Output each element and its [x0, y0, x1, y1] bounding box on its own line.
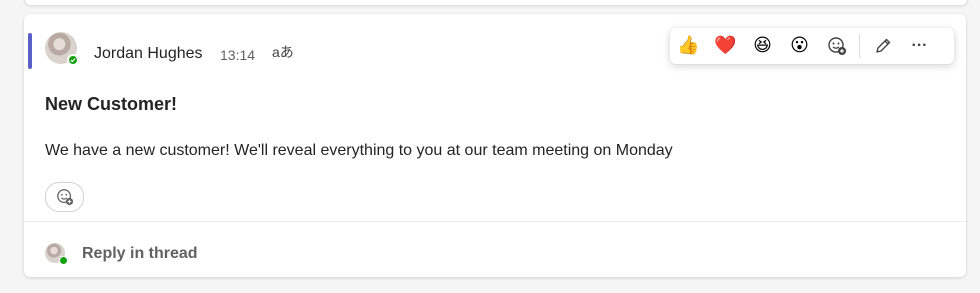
translate-icon[interactable]: aあ: [272, 42, 294, 62]
add-reaction-button[interactable]: [45, 182, 84, 212]
message-title: New Customer!: [45, 94, 178, 114]
presence-available-icon: [59, 256, 68, 265]
reply-in-thread-link[interactable]: Reply in thread: [82, 245, 198, 263]
sender-name[interactable]: Jordan Hughes: [94, 45, 203, 63]
toolbar-divider: [859, 34, 860, 58]
emoji-add-icon: [56, 189, 73, 206]
heart-icon[interactable]: ❤️: [707, 28, 744, 64]
previous-message-card-edge: [24, 0, 968, 6]
avatar[interactable]: [45, 32, 79, 66]
more-icon[interactable]: ···: [901, 28, 938, 64]
presence-available-icon: [67, 54, 79, 66]
message-time: 13:14: [220, 47, 256, 63]
pencil-icon[interactable]: [864, 28, 901, 64]
surprised-icon[interactable]: 😮: [781, 28, 818, 64]
laugh-icon[interactable]: 😆: [744, 28, 781, 64]
divider: [24, 221, 966, 222]
message-body: We have a new customer! We'll reveal eve…: [45, 142, 673, 159]
message-actions-toolbar: 👍 ❤️ 😆 😮 ···: [670, 28, 954, 64]
message-card: Jordan Hughes 13:14 aあ 👍 ❤️ 😆 😮 ··· New …: [24, 14, 966, 277]
unread-accent-bar: [28, 33, 32, 69]
emoji-add-icon[interactable]: [818, 28, 855, 64]
thumbs-up-icon[interactable]: 👍: [670, 28, 707, 64]
